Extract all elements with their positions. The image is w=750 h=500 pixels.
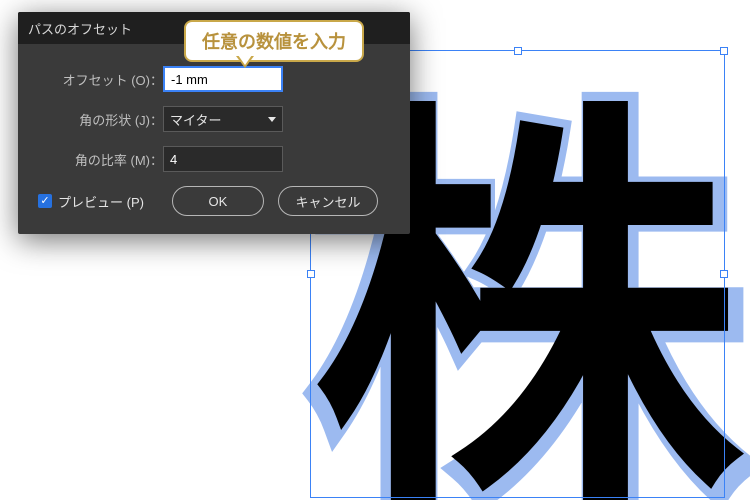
selection-handle[interactable]: [307, 270, 315, 278]
miter-limit-input[interactable]: [163, 146, 283, 172]
miter-row: 角の比率 (M)：: [38, 146, 390, 172]
ok-button[interactable]: OK: [172, 186, 264, 216]
annotation-text: 任意の数値を入力: [184, 20, 364, 62]
offset-row: オフセット (O)：: [38, 66, 390, 92]
joins-select[interactable]: マイター: [163, 106, 283, 132]
joins-row: 角の形状 (J)： マイター: [38, 106, 390, 132]
dialog-footer: ✓ プレビュー (P) OK キャンセル: [38, 186, 390, 216]
offset-input[interactable]: [163, 66, 283, 92]
callout-tail-icon: [236, 56, 254, 68]
preview-label: プレビュー (P): [58, 192, 144, 211]
preview-checkbox[interactable]: ✓ プレビュー (P): [38, 192, 144, 211]
chevron-down-icon: [268, 117, 276, 122]
annotation-callout: 任意の数値を入力: [184, 20, 364, 62]
checkmark-icon: ✓: [38, 194, 52, 208]
app-stage: 株 株 パスのオフセット オフセット (O)： 角の形状 (J)： マイター: [0, 0, 750, 500]
dialog-title: パスのオフセット: [28, 19, 132, 38]
offset-label: オフセット (O)：: [38, 70, 163, 89]
selection-handle[interactable]: [720, 47, 728, 55]
cancel-button[interactable]: キャンセル: [278, 186, 378, 216]
selection-handle[interactable]: [514, 47, 522, 55]
dialog-body: オフセット (O)： 角の形状 (J)： マイター 角の比率 (M)： ✓ プレ…: [18, 44, 410, 234]
miter-label: 角の比率 (M)：: [38, 150, 163, 169]
selection-handle[interactable]: [720, 270, 728, 278]
joins-label: 角の形状 (J)：: [38, 110, 163, 129]
joins-select-value: マイター: [170, 110, 221, 129]
